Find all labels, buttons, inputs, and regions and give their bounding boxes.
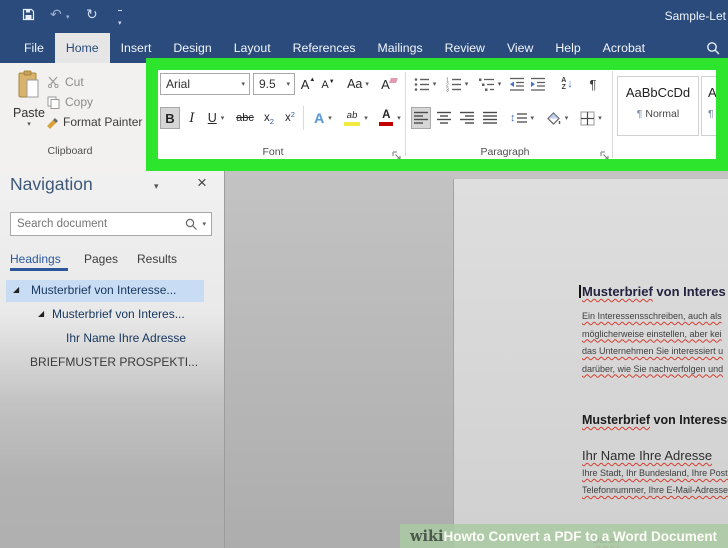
- doc-body-line: möglicherweise einstellen, aber kei: [582, 329, 722, 339]
- copy-label: Copy: [65, 95, 93, 109]
- doc-address-line3: Telefonnummer, Ihre E-Mail-Adresse,: [582, 485, 728, 495]
- paste-dropdown-icon: ▾: [10, 120, 48, 128]
- paste-button[interactable]: Paste ▾: [10, 70, 48, 136]
- doc-body-line: das Unternehmen Sie interessiert u: [582, 346, 723, 356]
- nav-heading-item[interactable]: ◢ Musterbrief von Interesse...: [6, 280, 204, 302]
- customize-quick-access-icon[interactable]: ▾: [118, 10, 122, 30]
- watermark-wiki-text: wiki: [410, 528, 444, 545]
- doc-body-line: darüber, wie Sie nachverfolgen und: [582, 364, 723, 374]
- redo-icon[interactable]: ↻: [86, 7, 98, 21]
- nav-tab-results[interactable]: Results: [137, 252, 177, 266]
- nav-heading-item[interactable]: ◢ Musterbrief von Interes...: [6, 304, 204, 326]
- search-document-input[interactable]: [11, 217, 185, 231]
- paste-icon: [17, 70, 41, 100]
- cut-button[interactable]: Cut: [47, 75, 84, 89]
- scissors-icon: [47, 76, 60, 88]
- nav-heading-label: Musterbrief von Interes...: [52, 307, 185, 321]
- navigation-close-icon[interactable]: ×: [197, 173, 207, 193]
- watermark-title-text: to Convert a PDF to a Word Document: [472, 529, 717, 544]
- watermark-how-text: How: [444, 529, 473, 544]
- doc-heading-2-word: Musterbrief: [582, 413, 650, 427]
- tab-file[interactable]: File: [13, 33, 55, 63]
- undo-icon[interactable]: ↶: [50, 7, 62, 21]
- doc-address-name: Ihr Name Ihre Adresse: [582, 448, 712, 463]
- collapse-triangle-icon[interactable]: ◢: [38, 309, 44, 318]
- nav-heading-label: Ihr Name Ihre Adresse: [66, 331, 186, 345]
- format-painter-icon: [45, 115, 59, 129]
- doc-address-line2: Ihre Stadt, Ihr Bundesland, Ihre Postle: [582, 468, 728, 478]
- nav-tab-pages[interactable]: Pages: [84, 252, 118, 266]
- search-document-box[interactable]: ▾: [10, 212, 212, 236]
- nav-heading-label: Musterbrief von Interesse...: [31, 283, 176, 297]
- copy-button[interactable]: Copy: [47, 95, 93, 109]
- cut-label: Cut: [65, 75, 84, 89]
- nav-heading-item[interactable]: BRIEFMUSTER PROSPEKTI...: [6, 352, 204, 374]
- search-document-icon[interactable]: [185, 218, 198, 231]
- doc-heading-2: Musterbrief von Interesse A: [582, 413, 728, 427]
- collapse-triangle-icon[interactable]: ◢: [13, 285, 19, 294]
- nav-heading-item[interactable]: Ihr Name Ihre Adresse: [6, 328, 204, 350]
- wikihow-watermark: wikiHow to Convert a PDF to a Word Docum…: [400, 524, 728, 548]
- doc-heading-2-rest: von Interesse A: [650, 413, 728, 427]
- navigation-pane-title: Navigation: [10, 174, 93, 195]
- nav-tab-active-underline: [10, 268, 68, 271]
- format-painter-label: Format Painter: [63, 115, 142, 129]
- copy-icon: [47, 96, 60, 109]
- doc-heading-1: Musterbrief von Interes: [582, 284, 726, 299]
- nav-heading-label: BRIEFMUSTER PROSPEKTI...: [30, 355, 198, 369]
- search-options-dropdown-icon[interactable]: ▾: [202, 220, 206, 228]
- navigation-options-dropdown-icon[interactable]: ▾: [154, 181, 159, 192]
- nav-tab-headings[interactable]: Headings: [10, 252, 61, 266]
- doc-body-line: Ein Interessensschreiben, auch als: [582, 311, 722, 321]
- save-icon[interactable]: [22, 8, 35, 26]
- doc-heading-1-rest: von Interes: [653, 284, 726, 299]
- paste-label: Paste: [10, 106, 48, 120]
- highlight-box: [146, 58, 728, 171]
- word-window: ↶ ▾ ↻ ▾ Sample-Let FileHomeInsertDesignL…: [0, 0, 728, 548]
- tab-home[interactable]: Home: [55, 33, 110, 63]
- format-painter-button[interactable]: Format Painter: [45, 115, 146, 129]
- text-cursor: [579, 285, 581, 298]
- clipboard-group-label: Clipboard: [18, 145, 122, 157]
- document-title: Sample-Let: [665, 9, 726, 23]
- doc-heading-1-word: Musterbrief: [582, 284, 653, 299]
- undo-dropdown-icon[interactable]: ▾: [66, 13, 70, 21]
